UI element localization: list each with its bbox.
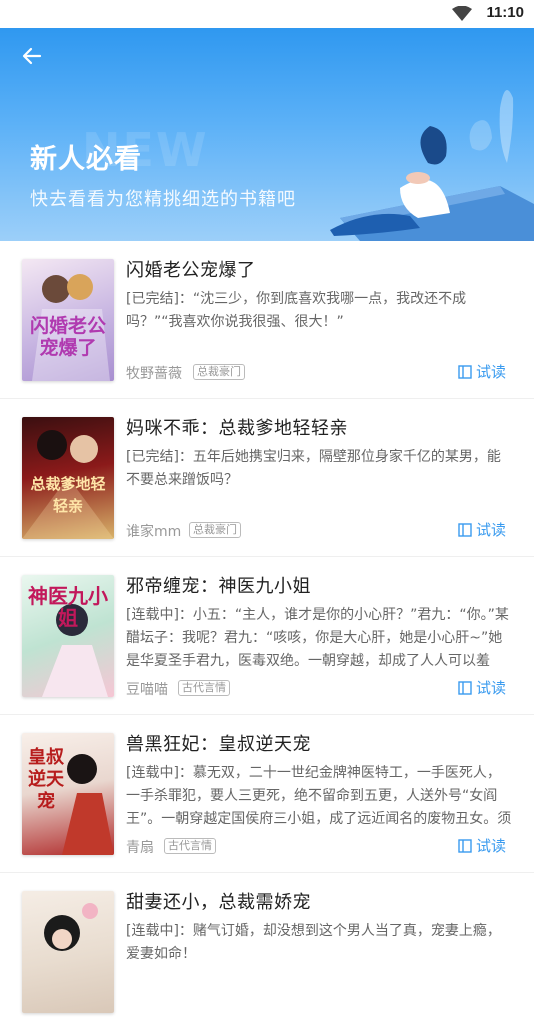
book-description: [连载中]：小五：“主人，谁才是你的小心肝？”君九：“你。”某醋坛子：我呢？君九… bbox=[126, 607, 509, 669]
cover-title: 皇叔逆天宠 bbox=[28, 747, 64, 812]
book-title[interactable]: 妈咪不乖：总裁爹地轻轻亲 bbox=[126, 414, 348, 440]
book-category-tag: 古代言情 bbox=[164, 838, 216, 854]
book-author: 青扇 bbox=[126, 840, 154, 856]
status-bar: 11:10 bbox=[0, 0, 534, 28]
book-cover[interactable] bbox=[22, 891, 114, 1013]
book-title[interactable]: 闪婚老公宠爆了 bbox=[126, 256, 256, 282]
book-author: 豆喵喵 bbox=[126, 682, 168, 698]
book-cover[interactable]: 闪婚老公宠爆了 bbox=[22, 259, 114, 381]
book-title[interactable]: 邪帝缠宠：神医九小姐 bbox=[126, 572, 311, 598]
book-title[interactable]: 兽黑狂妃：皇叔逆天宠 bbox=[126, 730, 311, 756]
read-label: 试读 bbox=[475, 521, 506, 539]
book-author: 谁家mm bbox=[126, 524, 182, 540]
book-category-tag: 总裁豪门 bbox=[193, 364, 245, 380]
book-cover[interactable]: 皇叔逆天宠 bbox=[22, 733, 114, 855]
hero-banner: NEW 新人必看 快去看看为您精挑细选的书籍吧 bbox=[0, 28, 534, 241]
book-cover[interactable]: 总裁爹地轻轻亲 bbox=[22, 417, 114, 539]
read-button[interactable]: 试读 bbox=[458, 677, 506, 698]
cover-title: 闪婚老公宠爆了 bbox=[29, 315, 106, 359]
cover-title: 神医九小姐 bbox=[28, 584, 108, 630]
book-category-tag: 古代言情 bbox=[178, 680, 230, 696]
book-cover[interactable]: 神医九小姐 bbox=[22, 575, 114, 697]
book-item[interactable]: 闪婚老公宠爆了 闪婚老公宠爆了 [已完结]：“沈三少，你到底喜欢我哪一点，我改还… bbox=[0, 241, 534, 399]
status-time: 11:10 bbox=[486, 4, 524, 21]
read-label: 试读 bbox=[475, 837, 506, 855]
page-subtitle: 快去看看为您精挑细选的书籍吧 bbox=[30, 189, 296, 210]
book-description: [连载中]：慕无双，二十一世纪金牌神医特工，一手医死人，一手杀罪犯，要人三更死，… bbox=[126, 765, 512, 827]
book-list: 闪婚老公宠爆了 闪婚老公宠爆了 [已完结]：“沈三少，你到底喜欢我哪一点，我改还… bbox=[0, 241, 534, 1030]
book-icon bbox=[458, 364, 472, 379]
book-author: 牧野蔷薇 bbox=[126, 366, 182, 382]
book-category-tag: 总裁豪门 bbox=[189, 522, 241, 538]
read-button[interactable]: 试读 bbox=[458, 361, 506, 382]
read-label: 试读 bbox=[475, 363, 506, 381]
cover-title: 总裁爹地轻轻亲 bbox=[30, 475, 106, 515]
book-description: [连载中]：赌气订婚，却没想到这个男人当了真，宠妻上瘾，爱妻如命！ bbox=[126, 923, 501, 962]
book-item[interactable]: 总裁爹地轻轻亲 妈咪不乖：总裁爹地轻轻亲 [已完结]：五年后她携宝归来，隔壁那位… bbox=[0, 399, 534, 557]
book-item[interactable]: 神医九小姐 邪帝缠宠：神医九小姐 [连载中]：小五：“主人，谁才是你的小心肝？”… bbox=[0, 557, 534, 715]
read-label: 试读 bbox=[475, 679, 506, 697]
wifi-icon bbox=[452, 6, 472, 21]
book-description: [已完结]：五年后她携宝归来，隔壁那位身家千亿的某男，能不要总来蹭饭吗？ bbox=[126, 449, 501, 488]
read-button[interactable]: 试读 bbox=[458, 835, 506, 856]
read-button[interactable]: 试读 bbox=[458, 519, 506, 540]
book-icon bbox=[458, 522, 472, 537]
book-icon bbox=[458, 680, 472, 695]
book-title[interactable]: 甜妻还小，总裁需娇宠 bbox=[126, 888, 311, 914]
book-item[interactable]: 皇叔逆天宠 兽黑狂妃：皇叔逆天宠 [连载中]：慕无双，二十一世纪金牌神医特工，一… bbox=[0, 715, 534, 873]
page-title: 新人必看 bbox=[30, 144, 142, 175]
book-icon bbox=[458, 838, 472, 853]
book-description: [已完结]：“沈三少，你到底喜欢我哪一点，我改还不成吗？”“我喜欢你说我很强、很… bbox=[126, 291, 467, 330]
back-arrow-icon[interactable] bbox=[20, 44, 44, 68]
reading-girl-illustration bbox=[330, 90, 534, 241]
book-item[interactable]: 甜妻还小，总裁需娇宠 [连载中]：赌气订婚，却没想到这个男人当了真，宠妻上瘾，爱… bbox=[0, 873, 534, 1030]
